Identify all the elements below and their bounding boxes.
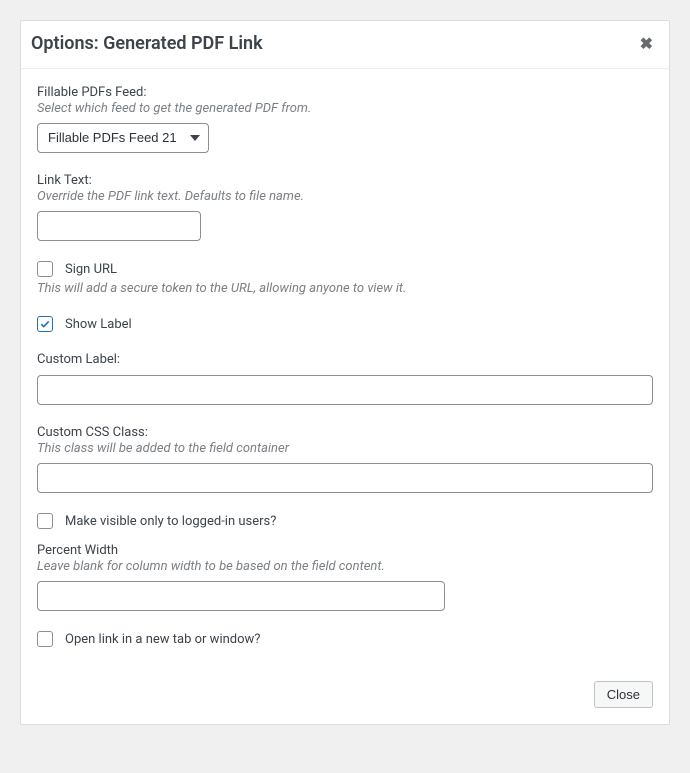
modal-title: Options: Generated PDF Link	[31, 33, 263, 54]
percent-width-help: Leave blank for column width to be based…	[37, 559, 653, 574]
field-custom-label: Custom Label:	[37, 352, 653, 405]
field-new-tab: Open link in a new tab or window?	[37, 631, 653, 647]
custom-css-help: This class will be added to the field co…	[37, 441, 653, 456]
options-modal: Options: Generated PDF Link ✖ Fillable P…	[20, 20, 670, 725]
percent-width-input[interactable]	[37, 581, 445, 611]
link-text-input[interactable]	[37, 211, 201, 241]
field-logged-in: Make visible only to logged-in users?	[37, 513, 653, 529]
feed-help: Select which feed to get the generated P…	[37, 101, 653, 116]
sign-url-checkbox[interactable]	[37, 261, 53, 277]
logged-in-label: Make visible only to logged-in users?	[65, 514, 276, 529]
link-text-label: Link Text:	[37, 173, 653, 188]
field-link-text: Link Text: Override the PDF link text. D…	[37, 173, 653, 241]
modal-header: Options: Generated PDF Link ✖	[21, 21, 669, 69]
field-sign-url: Sign URL This will add a secure token to…	[37, 261, 653, 296]
new-tab-label: Open link in a new tab or window?	[65, 632, 260, 647]
close-button[interactable]: Close	[594, 681, 653, 708]
sign-url-row: Sign URL	[37, 261, 653, 277]
field-show-label: Show Label	[37, 316, 653, 332]
feed-select[interactable]: Fillable PDFs Feed 21	[37, 123, 209, 153]
new-tab-row: Open link in a new tab or window?	[37, 631, 653, 647]
new-tab-checkbox[interactable]	[37, 631, 53, 647]
custom-label-input[interactable]	[37, 375, 653, 405]
field-custom-css: Custom CSS Class: This class will be add…	[37, 425, 653, 493]
link-text-help: Override the PDF link text. Defaults to …	[37, 189, 653, 204]
show-label-row: Show Label	[37, 316, 653, 332]
close-icon[interactable]: ✖	[640, 36, 653, 52]
logged-in-checkbox[interactable]	[37, 513, 53, 529]
logged-in-row: Make visible only to logged-in users?	[37, 513, 653, 529]
field-percent-width: Percent Width Leave blank for column wid…	[37, 543, 653, 611]
percent-width-label: Percent Width	[37, 543, 653, 558]
modal-footer: Close	[21, 669, 669, 724]
sign-url-label: Sign URL	[65, 262, 117, 277]
field-fillable-pdfs-feed: Fillable PDFs Feed: Select which feed to…	[37, 85, 653, 153]
modal-body: Fillable PDFs Feed: Select which feed to…	[21, 69, 669, 669]
show-label-checkbox[interactable]	[37, 316, 53, 332]
checkmark-icon	[39, 318, 51, 330]
custom-css-label: Custom CSS Class:	[37, 425, 653, 440]
sign-url-help: This will add a secure token to the URL,…	[37, 281, 653, 296]
show-label-label: Show Label	[65, 317, 132, 332]
custom-label-label: Custom Label:	[37, 352, 653, 367]
custom-css-input[interactable]	[37, 463, 653, 493]
feed-label: Fillable PDFs Feed:	[37, 85, 653, 100]
